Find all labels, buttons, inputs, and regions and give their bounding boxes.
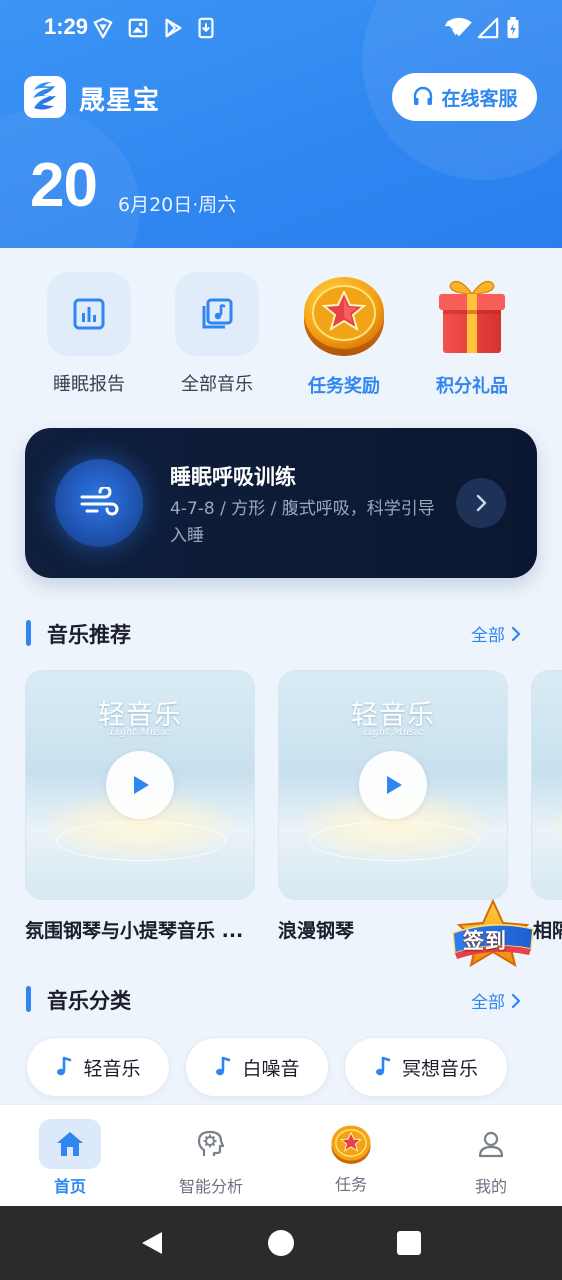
home-button-icon[interactable] [267,1229,295,1257]
wifi-icon [446,17,472,37]
home-icon [57,1132,83,1156]
section-accent-bar [26,620,31,646]
cover-subtitle: Light Music [362,727,424,738]
category-chip-label: 轻音乐 [83,1057,141,1080]
quick-action-task-reward[interactable]: 任务奖励 [299,272,389,398]
cover-subtitle: Light Music [109,727,171,738]
play-store-icon [165,18,182,38]
tab-smart-analysis[interactable]: 智能分析 [161,1105,261,1207]
category-chip[interactable]: 轻音乐 [26,1037,170,1097]
music-recommend-all-link[interactable]: 全部 [471,621,521,646]
quick-action-label: 任务奖励 [308,376,380,397]
chevron-right-icon [476,494,487,512]
quick-action-icon-box [299,272,389,358]
category-chip[interactable]: 冥想音乐 [344,1037,508,1097]
bottom-tab-bar: 首页 智能分析 任务 我的 [0,1104,562,1206]
signal-icon [477,17,499,39]
music-note-icon [375,1056,391,1076]
breath-card-title: 睡眠呼吸训练 [170,465,296,489]
section-title-music-category: 音乐分类 [47,989,131,1013]
breath-training-card[interactable]: 睡眠呼吸训练 4-7-8 / 方形 / 腹式呼吸，科学引导入睡 [25,428,537,578]
music-category-all-link[interactable]: 全部 [471,988,521,1013]
quick-action-points-gift[interactable]: 积分礼品 [427,272,517,398]
battery-icon [507,17,519,39]
tab-label: 我的 [474,1177,507,1196]
all-link-label: 全部 [471,626,505,646]
wind-icon [80,487,119,516]
play-button[interactable] [106,751,174,819]
all-link-label: 全部 [471,993,505,1013]
category-chip-label: 白噪音 [242,1057,300,1080]
music-card[interactable]: 轻音乐 Light Music [25,670,255,900]
brand-name: 晟星宝 [79,86,161,116]
quick-action-label: 积分礼品 [436,376,508,397]
music-card[interactable] [531,670,562,900]
star-coin-icon [304,277,384,356]
breath-card-description: 4-7-8 / 方形 / 腹式呼吸，科学引导入睡 [170,499,435,546]
status-time: 1:29 [44,14,89,39]
breath-card-arrow-button[interactable] [456,478,506,528]
chevron-right-icon [511,993,521,1008]
music-card[interactable]: 轻音乐 Light Music [278,670,508,900]
quick-action-icon-box [47,272,131,356]
tab-icon-wrap [460,1119,522,1169]
chevron-right-icon [511,626,521,641]
back-icon[interactable] [138,1229,166,1257]
quick-action-label: 睡眠报告 [53,374,125,395]
music-card-title: 浪漫钢琴 [278,920,355,942]
category-chip[interactable]: 白噪音 [185,1037,329,1097]
play-button[interactable] [359,751,427,819]
play-icon [134,776,149,794]
section-accent-bar [26,986,31,1012]
tab-icon-wrap [39,1119,101,1169]
customer-service-button[interactable]: 在线客服 [392,73,537,121]
quick-action-all-music[interactable]: 全部音乐 [172,272,262,396]
quick-action-sleep-report[interactable]: 睡眠报告 [44,272,134,396]
tab-mine[interactable]: 我的 [441,1105,541,1207]
system-nav-bar [0,1206,562,1280]
music-library-icon [202,298,233,329]
category-chip-label: 冥想音乐 [401,1057,478,1080]
music-note-icon [57,1056,72,1076]
section-title-music-recommend: 音乐推荐 [47,623,131,647]
cover-glow [552,791,562,861]
music-card-title: 氛围钢琴与小提琴音乐 ... [25,920,244,942]
sign-in-badge[interactable]: 签到 [449,898,537,975]
breath-icon-circle [55,459,143,547]
customer-service-label: 在线客服 [441,87,518,110]
recents-icon[interactable] [396,1230,422,1256]
quick-action-label: 全部音乐 [181,374,253,395]
gift-box-icon [439,280,505,353]
app-logo [24,76,66,118]
tab-icon-wrap [320,1119,382,1169]
download-icon [198,17,214,39]
tab-label: 首页 [53,1177,86,1196]
tab-tasks[interactable]: 任务 [301,1105,401,1207]
quick-action-icon-box [427,272,517,358]
day-number: 20 [30,151,98,220]
brain-gear-icon [197,1130,225,1156]
tab-label: 智能分析 [178,1177,243,1196]
sign-in-label: 签到 [463,929,507,953]
logo-mark-icon [33,82,56,110]
quick-action-icon-box [175,272,259,356]
play-icon [387,776,402,794]
cover-ripple [56,821,226,861]
person-icon [478,1131,504,1158]
tab-home[interactable]: 首页 [20,1105,120,1207]
cover-ripple [309,821,479,861]
tab-label: 任务 [334,1175,367,1194]
shield-icon [93,17,113,39]
star-coin-icon [331,1125,371,1165]
chart-icon [73,298,105,330]
music-card-title: 相隔 [533,920,562,942]
status-bar: 1:29 [0,0,562,56]
header: 1:29 晟星宝 在线客服 20 6月20日·周六 [0,0,562,248]
music-note-icon [216,1056,231,1076]
tab-icon-wrap [180,1119,242,1169]
headset-icon [414,86,433,105]
gallery-icon [128,18,148,38]
date-text: 6月20日·周六 [118,194,237,216]
